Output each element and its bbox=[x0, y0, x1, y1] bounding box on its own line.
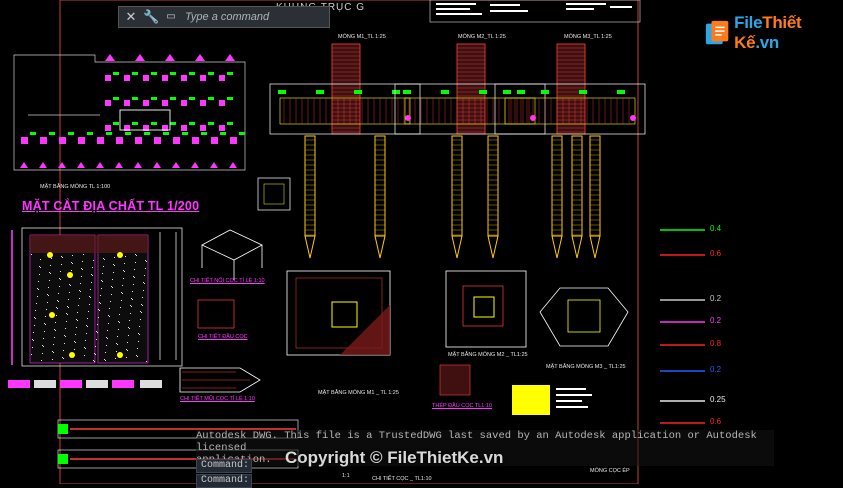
label-m3-plan: MẶT BẰNG MÓNG M3 _ TL1:25 bbox=[546, 364, 626, 370]
command-input[interactable]: Type a command bbox=[185, 11, 269, 23]
close-icon[interactable]: ✕ bbox=[123, 9, 139, 25]
label-pile-head: CHI TIẾT ĐẦU CỌC bbox=[198, 334, 248, 340]
section-header-m1: MÓNG M1_TL 1:25 bbox=[338, 34, 386, 40]
label-scale-note: 1:1 bbox=[342, 473, 350, 479]
copyright-watermark: Copyright © FileThietKe.vn bbox=[285, 448, 504, 467]
label-m2-plan: MẶT BẰNG MÓNG M2 _ TL1:25 bbox=[448, 352, 528, 358]
label-foundation-plan: MẶT BẰNG MÓNG TL 1:100 bbox=[40, 184, 111, 190]
legend-value: 0.8 bbox=[710, 339, 722, 348]
legend-value: 0.6 bbox=[710, 249, 722, 258]
brand-mark-icon bbox=[705, 20, 729, 45]
foundation-section-m1 bbox=[269, 43, 421, 259]
foundation-section-m3 bbox=[494, 43, 646, 259]
command-prompt-2[interactable]: Command: bbox=[196, 474, 252, 488]
label-pile-tip: CHI TIẾT MŨI CỌC TỈ LỆ 1:10 bbox=[180, 396, 255, 402]
label-m1-plan: MẶT BẰNG MÓNG M1 _ TL 1:25 bbox=[318, 390, 399, 396]
command-bar[interactable]: ✕ 🔧 ▭ Type a command bbox=[118, 6, 330, 28]
brand-logo: FileThiết Kế.vn bbox=[704, 13, 843, 53]
geology-section-title: MẶT CẮT ĐỊA CHẤT TL 1/200 bbox=[22, 199, 200, 213]
command-window-icon[interactable]: ▭ bbox=[163, 9, 179, 25]
foundation-section-m2 bbox=[394, 43, 546, 259]
legend-value: 0.2 bbox=[710, 316, 722, 325]
legend-value: 0.2 bbox=[710, 365, 722, 374]
label-tl-note: CHI TIẾT CỌC _ TL1:10 bbox=[372, 476, 432, 482]
cad-drawing-canvas[interactable] bbox=[0, 0, 843, 484]
command-prompt-1[interactable]: Command: bbox=[196, 459, 252, 473]
legend-value: 0.2 bbox=[710, 294, 722, 303]
legend-value: 0.6 bbox=[710, 417, 722, 426]
label-pile-foundation: MÓNG CỌC ÉP bbox=[590, 468, 630, 474]
label-pile-detail: CHI TIẾT NỐI CỌC TỈ LỆ 1:10 bbox=[190, 278, 265, 284]
legend-value: 0.25 bbox=[710, 395, 726, 404]
wrench-icon[interactable]: 🔧 bbox=[143, 9, 159, 25]
brand-name: FileThiết Kế.vn bbox=[734, 13, 802, 52]
label-steel-detail: THÉP ĐẦU CỌC TL1:10 bbox=[432, 403, 493, 409]
section-header-m3: MÓNG M3_TL 1:25 bbox=[564, 34, 612, 40]
legend-value: 0.4 bbox=[710, 224, 722, 233]
section-header-m2: MÓNG M2_TL 1:25 bbox=[458, 34, 506, 40]
